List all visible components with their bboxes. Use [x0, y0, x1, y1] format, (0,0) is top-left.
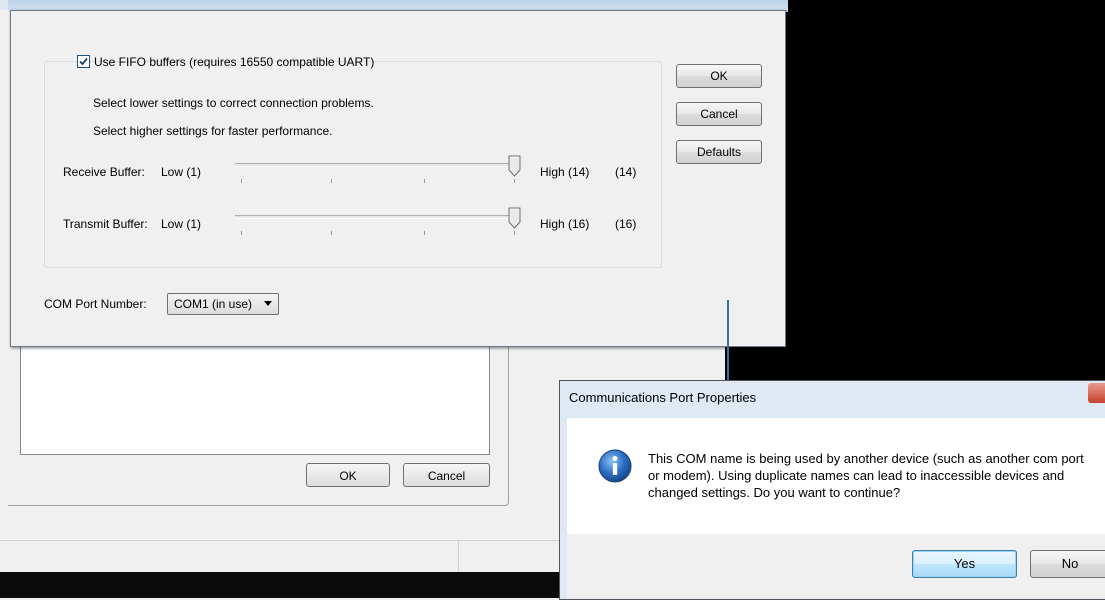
yes-button[interactable]: Yes [912, 550, 1017, 578]
receive-value: (14) [615, 165, 637, 179]
close-button[interactable] [1088, 383, 1105, 403]
receive-slider-tick [424, 179, 425, 183]
background-status-bar [0, 540, 560, 573]
transmit-slider-thumb[interactable] [508, 207, 521, 229]
com-port-dropdown[interactable]: COM1 (in use) [167, 293, 279, 315]
background-cancel-button[interactable]: Cancel [403, 463, 490, 487]
receive-buffer-label: Receive Buffer: [63, 165, 145, 179]
slider-thumb-icon [508, 155, 521, 177]
transmit-slider-track[interactable] [235, 215, 519, 219]
receive-high-label: High (14) [540, 165, 590, 179]
fifo-checkbox[interactable] [77, 55, 90, 68]
taskbar-strip [0, 572, 560, 598]
background-list[interactable] [20, 343, 490, 455]
background-ok-button[interactable]: OK [306, 463, 390, 487]
ok-button[interactable]: OK [676, 64, 762, 88]
transmit-slider-tick [241, 231, 242, 235]
receive-slider-tick [331, 179, 332, 183]
hint-higher-text: Select higher settings for faster perfor… [93, 124, 333, 138]
transmit-slider-tick [331, 231, 332, 235]
receive-low-label: Low (1) [161, 165, 202, 179]
cancel-button[interactable]: Cancel [676, 102, 762, 126]
message-footer [567, 534, 1105, 598]
receive-slider-track[interactable] [235, 163, 519, 167]
status-bar-divider [458, 541, 459, 571]
advanced-settings-dialog: Use FIFO buffers (requires 16550 compati… [10, 10, 786, 347]
transmit-slider-tick [424, 231, 425, 235]
info-icon [598, 449, 632, 486]
receive-slider-tick [241, 179, 242, 183]
chevron-down-icon [264, 301, 272, 306]
message-dialog-title: Communications Port Properties [569, 390, 757, 405]
no-button[interactable]: No [1030, 550, 1105, 578]
defaults-button[interactable]: Defaults [676, 140, 762, 164]
transmit-value: (16) [615, 217, 637, 231]
receive-slider-thumb[interactable] [508, 155, 521, 177]
com-port-label: COM Port Number: [44, 297, 147, 311]
transmit-low-label: Low (1) [161, 217, 202, 231]
com-port-selected: COM1 (in use) [174, 297, 253, 311]
fifo-checkbox-label[interactable]: Use FIFO buffers (requires 16550 compati… [94, 55, 374, 69]
hint-lower-text: Select lower settings to correct connect… [93, 96, 374, 110]
checkmark-icon [79, 57, 88, 66]
receive-slider-tick [514, 179, 515, 183]
transmit-buffer-label: Transmit Buffer: [63, 217, 148, 231]
transmit-slider-tick [514, 231, 515, 235]
slider-thumb-icon [508, 207, 521, 229]
transmit-high-label: High (16) [540, 217, 590, 231]
message-text: This COM name is being used by another d… [648, 451, 1084, 500]
